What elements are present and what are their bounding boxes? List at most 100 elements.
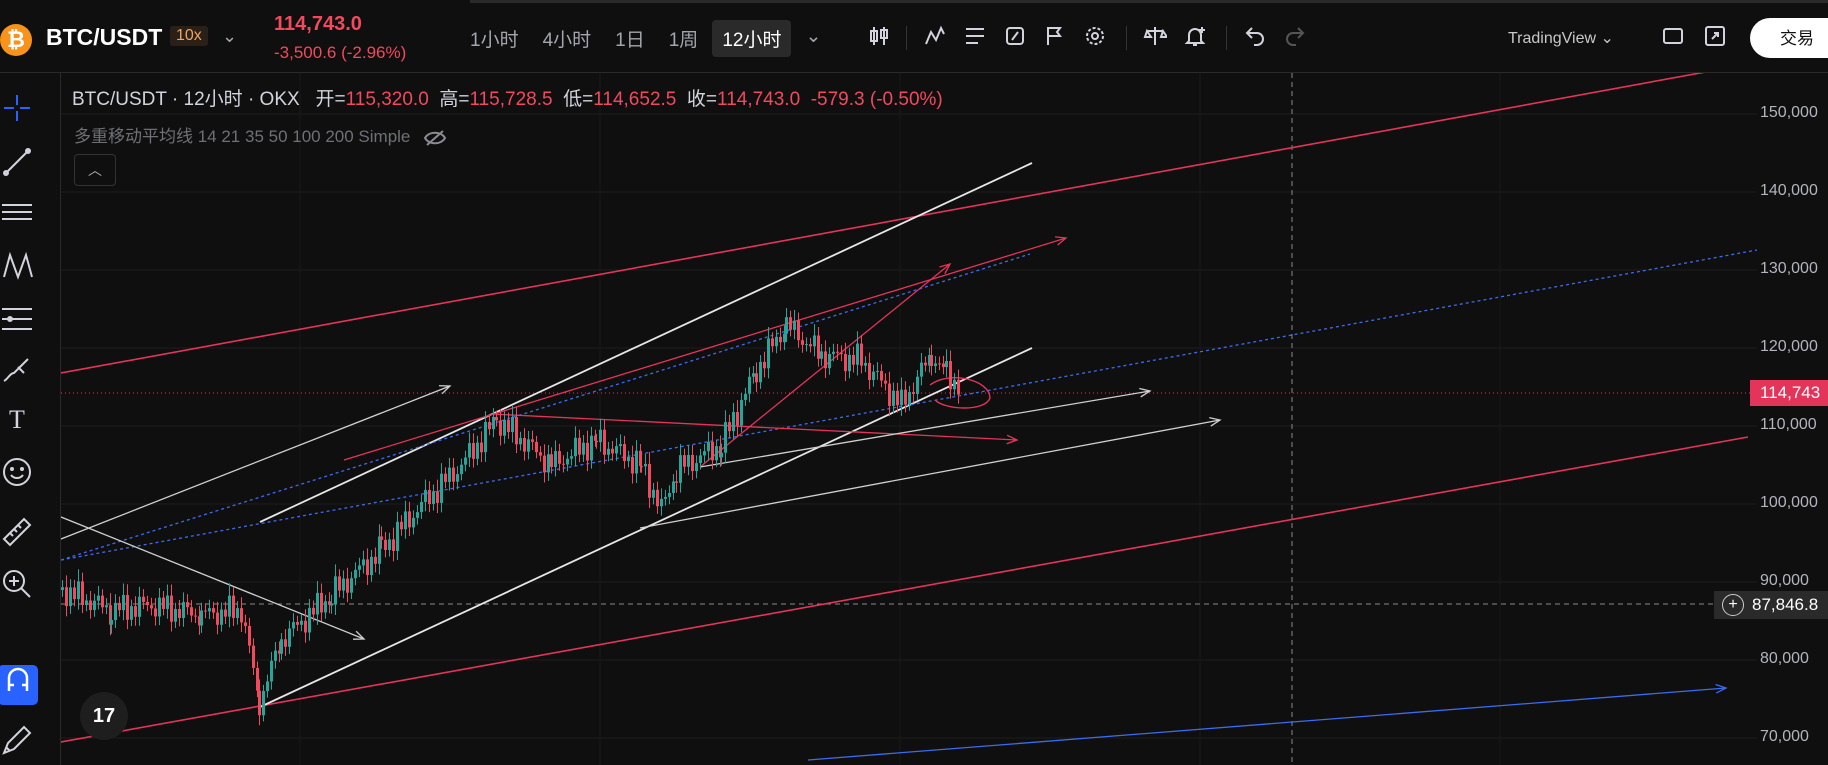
candle-body (715, 446, 718, 461)
candle-body (785, 317, 788, 334)
trend-line-icon[interactable] (0, 145, 34, 179)
candle-body (412, 517, 415, 528)
candle-body (256, 667, 259, 691)
candle-body (296, 622, 299, 625)
candle-body (852, 354, 855, 365)
plus-icon[interactable]: + (1722, 594, 1744, 616)
replay-icon[interactable] (1000, 24, 1030, 54)
legend-symbol: BTC/USDT · 12小时 · OKX (72, 89, 300, 110)
drawing-toolbar: T (0, 73, 61, 765)
candle-body (813, 335, 816, 347)
legend-change: -579.3 (-0.50%) (810, 89, 943, 110)
candle-body (73, 587, 76, 600)
alert-flag-icon[interactable] (1040, 24, 1070, 54)
candle-body (354, 569, 357, 579)
candle-body (687, 454, 690, 467)
provider-select[interactable]: TradingView ⌄ (1508, 28, 1614, 48)
candle-body (162, 597, 165, 609)
candle-body (558, 451, 561, 464)
candle-body (820, 351, 823, 359)
candle-body (216, 612, 219, 625)
candle-body (476, 442, 479, 459)
candle-body (880, 370, 883, 381)
magnet-icon[interactable] (0, 665, 38, 705)
candle-body (848, 354, 851, 372)
candle-body (200, 610, 203, 626)
candle-body (134, 606, 137, 617)
edit-lock-icon[interactable] (0, 723, 34, 757)
brush-icon[interactable] (0, 353, 34, 387)
add-alert-icon[interactable] (1180, 24, 1210, 54)
interval-1h[interactable]: 1小时 (460, 20, 529, 57)
zoom-in-icon[interactable] (0, 567, 34, 601)
candle-body (691, 454, 694, 472)
candle-body (428, 489, 431, 504)
trade-button[interactable]: 交易 (1750, 18, 1828, 58)
interval-12h[interactable]: 12小时 (712, 20, 792, 57)
arrow-red-1 (343, 237, 1067, 461)
candle-body (370, 556, 373, 576)
templates-icon[interactable] (960, 24, 990, 54)
candle-body (574, 437, 577, 457)
interval-1w[interactable]: 1周 (659, 20, 709, 57)
candle-body (511, 416, 514, 433)
crosshair-price-tag[interactable]: +87,846.8 (1714, 591, 1828, 619)
emoji-icon[interactable] (0, 455, 34, 489)
candle-body (707, 441, 710, 452)
chevron-down-icon[interactable]: ⌄ (222, 26, 237, 47)
candle-body (664, 496, 667, 499)
candle-body (396, 521, 399, 551)
candle-body (452, 467, 455, 482)
candle-body (868, 362, 871, 381)
channel-top (61, 73, 1705, 374)
forecast-icon[interactable] (0, 301, 34, 335)
candle-body (89, 600, 92, 611)
collapse-legend-button[interactable]: ︿ (74, 154, 116, 186)
layout-window-icon[interactable] (1658, 24, 1688, 54)
candle-body (174, 609, 177, 622)
candle-body (695, 463, 698, 472)
candle-body (444, 473, 447, 482)
candle-body (840, 352, 843, 355)
candle-body (599, 429, 602, 443)
settings-gear-icon[interactable] (1080, 24, 1110, 54)
candle-body (582, 442, 585, 455)
candle-body (65, 587, 68, 607)
candle-body (953, 379, 956, 390)
candle-body (392, 539, 395, 551)
indicators-icon[interactable] (920, 24, 950, 54)
redo-icon[interactable] (1280, 24, 1310, 54)
symbol-pair[interactable]: BTC/USDT (46, 24, 162, 51)
crosshair-icon[interactable] (0, 91, 34, 125)
undo-icon[interactable] (1240, 24, 1270, 54)
pattern-icon[interactable] (0, 249, 34, 283)
ruler-icon[interactable] (0, 515, 34, 549)
interval-dropdown-icon[interactable]: ⌄ (795, 20, 831, 57)
candle-body (836, 351, 839, 353)
interval-1d[interactable]: 1日 (605, 20, 655, 57)
compare-scale-icon[interactable] (1140, 24, 1170, 54)
candle-body (507, 419, 510, 433)
candle-body (288, 628, 291, 647)
candle-body (170, 595, 173, 622)
fullscreen-icon[interactable] (1700, 24, 1730, 54)
candle-type-icon[interactable] (864, 24, 894, 54)
interval-4h[interactable]: 4小时 (533, 20, 602, 57)
candle-body (208, 608, 211, 612)
candle-body (105, 605, 108, 608)
candles-layer (61, 308, 960, 726)
candle-body (424, 489, 427, 502)
candle-body (801, 340, 804, 345)
candle-body (668, 492, 671, 497)
top-divider (470, 0, 1828, 3)
ma-indicator-label[interactable]: 多重移动平均线 14 21 35 50 100 200 Simple (74, 122, 447, 147)
fib-lines-icon[interactable] (0, 197, 34, 231)
price-chart[interactable] (61, 73, 1757, 765)
candle-body (472, 443, 475, 459)
interval-tabs: 1小时 4小时 1日 1周 12小时 ⌄ (460, 20, 831, 57)
candle-body (270, 660, 273, 682)
text-tool-icon[interactable]: T (0, 403, 34, 437)
eye-off-icon[interactable] (423, 129, 447, 147)
candle-body (480, 442, 483, 453)
top-toolbar: ₿ BTC/USDT 10x ⌄ 114,743.0 -3,500.6 (-2.… (0, 0, 1828, 73)
